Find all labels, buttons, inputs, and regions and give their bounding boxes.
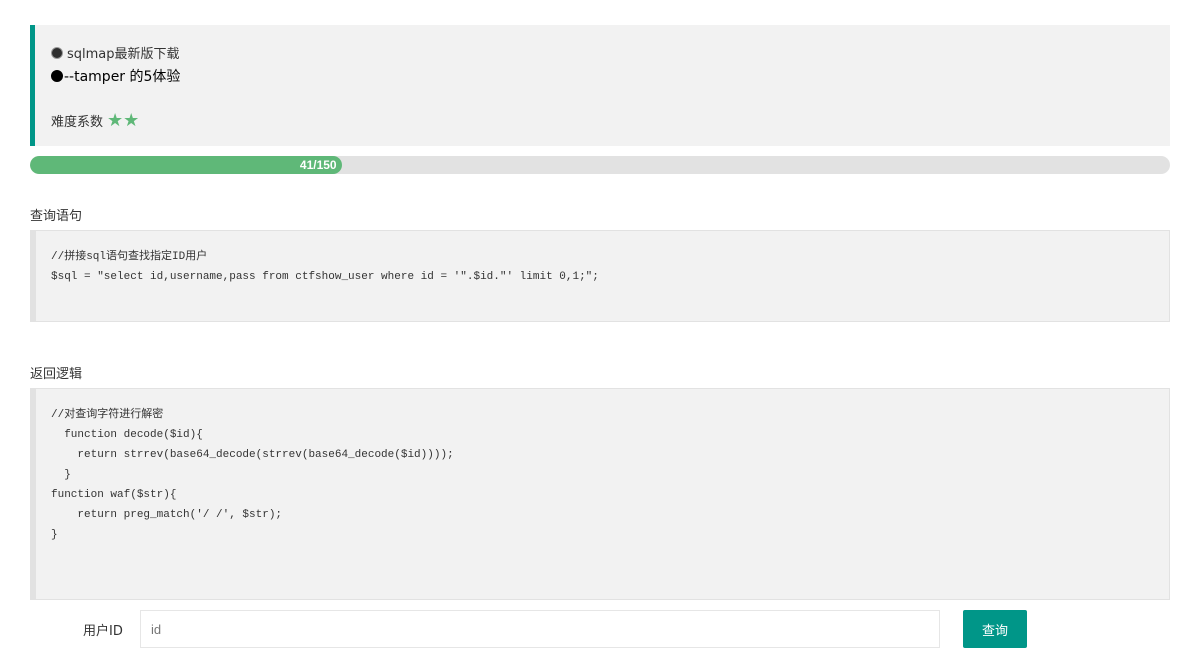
difficulty-stars: ★ ★ <box>107 109 140 131</box>
code-line: $sql = "select id,username,pass from ctf… <box>51 271 599 283</box>
code-line: function decode($id){ <box>51 429 203 441</box>
tamper-hint-text: --tamper 的5体验 <box>64 69 181 85</box>
code-line: //拼接sql语句查找指定ID用户 <box>51 251 208 263</box>
bullet-icon <box>51 70 63 82</box>
user-id-label: 用户ID <box>83 624 123 639</box>
return-section-title: 返回逻辑 <box>30 367 83 382</box>
progress-text: 41/150 <box>299 158 337 172</box>
user-id-input[interactable] <box>140 610 940 648</box>
star-icon: ★ <box>107 109 124 131</box>
progress-fill: 41/150 <box>30 156 342 174</box>
bullet-icon <box>51 46 63 59</box>
return-code-block: //对查询字符进行解密 function decode($id){ return… <box>30 388 1170 600</box>
notice-panel: sqlmap最新版下载 --tamper 的5体验 难度系数 ★ ★ <box>30 25 1170 146</box>
progress-bar: 41/150 <box>30 156 1170 174</box>
difficulty-label: 难度系数 <box>51 115 104 130</box>
code-line: function waf($str){ <box>51 489 177 501</box>
query-section-title: 查询语句 <box>30 209 83 224</box>
code-line: return strrev(base64_decode(strrev(base6… <box>51 449 454 461</box>
code-line: //对查询字符进行解密 <box>51 409 164 421</box>
sqlmap-download-item: sqlmap最新版下载 <box>51 43 180 62</box>
difficulty-row: 难度系数 ★ ★ <box>51 111 139 130</box>
tamper-hint-item: --tamper 的5体验 <box>51 66 180 86</box>
query-code-block: //拼接sql语句查找指定ID用户 $sql = "select id,usern… <box>30 230 1170 322</box>
code-line: } <box>51 529 58 541</box>
star-icon: ★ <box>123 109 140 131</box>
code-line: } <box>51 469 71 481</box>
sqlmap-download-text: sqlmap最新版下载 <box>67 47 180 62</box>
code-line: return preg_match('/ /', $str); <box>51 509 283 521</box>
query-button[interactable]: 查询 <box>963 610 1027 648</box>
